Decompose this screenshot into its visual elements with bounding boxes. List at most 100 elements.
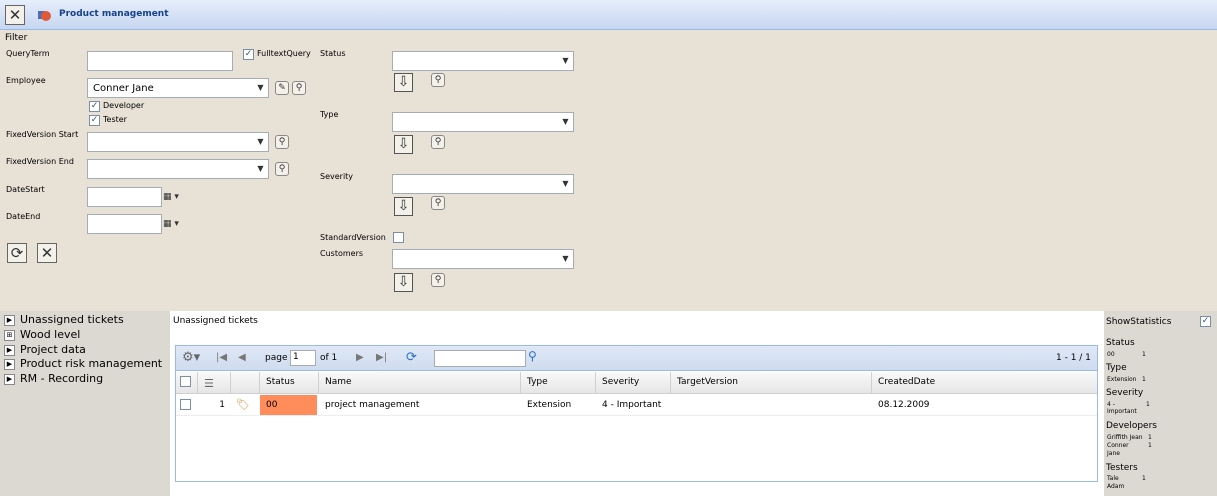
tree-item-product-risk-management[interactable]: ▶ Product risk management <box>4 357 162 370</box>
customers-add-button[interactable]: ⇩ <box>394 273 413 292</box>
close-icon[interactable]: ✕ <box>5 5 25 25</box>
search-icon[interactable]: ⚲ <box>431 135 445 149</box>
fixed-version-start-select[interactable]: ▼ <box>87 132 269 152</box>
expand-icon[interactable]: ▶ <box>4 373 15 385</box>
severity-select[interactable]: ▼ <box>392 174 574 194</box>
prev-page-icon[interactable]: ◀ <box>238 352 246 363</box>
calendar-icon[interactable]: ▦ ▾ <box>163 214 193 234</box>
search-icon[interactable]: ⚲ <box>292 81 306 95</box>
stats-severity-count: 1 <box>1146 401 1150 408</box>
clear-filter-button[interactable]: ✕ <box>37 243 57 263</box>
next-page-icon[interactable]: ▶ <box>356 352 364 363</box>
column-header-target-version[interactable]: TargetVersion <box>671 372 872 393</box>
tree-item-unassigned-tickets[interactable]: ▶ Unassigned tickets <box>4 313 124 326</box>
chevron-down-icon[interactable]: ▼ <box>252 133 268 151</box>
search-icon[interactable]: ⚲ <box>275 162 289 176</box>
developer-checkbox[interactable]: ✓ <box>89 101 100 112</box>
column-header-type[interactable]: Type <box>521 372 596 393</box>
stats-status-count: 1 <box>1142 351 1146 358</box>
tag-column <box>231 372 260 393</box>
search-icon[interactable]: ⚲ <box>431 73 445 87</box>
search-icon[interactable]: ⚲ <box>431 273 445 287</box>
last-page-icon[interactable]: ▶| <box>376 352 387 363</box>
employee-select[interactable]: Conner Jane ▼ <box>87 78 269 98</box>
type-select[interactable]: ▼ <box>392 112 574 132</box>
status-add-button[interactable]: ⇩ <box>394 73 413 92</box>
tree-item-wood-level[interactable]: ⊞ Wood level <box>4 328 80 341</box>
edit-icon[interactable]: ✎ <box>275 81 289 95</box>
grid-header: ☰ Status Name Type Severity TargetVersio… <box>176 372 1097 394</box>
query-term-input[interactable] <box>87 51 233 71</box>
stats-status-heading: Status <box>1106 338 1135 348</box>
stats-type-name: Extension <box>1107 376 1137 383</box>
customers-select[interactable]: ▼ <box>392 249 574 269</box>
type-label: Type <box>320 110 339 119</box>
tickets-grid: ⚙▾ |◀ ◀ page 1 of 1 ▶ ▶| ⟳ ⚲ 1 - 1 / 1 ☰… <box>175 345 1098 482</box>
chevron-down-icon[interactable]: ▼ <box>557 113 573 131</box>
date-end-input[interactable] <box>87 214 162 234</box>
window-title: Product management <box>59 9 169 19</box>
date-start-input[interactable] <box>87 187 162 207</box>
gear-icon[interactable]: ⚙▾ <box>182 350 200 365</box>
tag-icon[interactable]: 🏷 <box>234 395 258 415</box>
grid-search-input[interactable] <box>434 350 526 367</box>
standard-version-checkbox[interactable] <box>393 232 404 243</box>
table-row[interactable]: 1 🏷 00 project management Extension 4 - … <box>176 395 1097 416</box>
chevron-down-icon[interactable]: ▼ <box>557 52 573 70</box>
tester-checkbox[interactable]: ✓ <box>89 115 100 126</box>
search-icon[interactable]: ⚲ <box>275 135 289 149</box>
fixed-version-end-select[interactable]: ▼ <box>87 159 269 179</box>
chevron-down-icon[interactable]: ▼ <box>252 79 268 97</box>
navigation-tree: ▶ Unassigned tickets ⊞ Wood level ▶ Project… <box>0 311 170 496</box>
page-label: page <box>265 353 288 363</box>
stats-severity-name: 4 - Important <box>1107 401 1137 415</box>
page-input[interactable]: 1 <box>290 350 316 366</box>
row-target-version <box>671 395 872 415</box>
column-header-status[interactable]: Status <box>260 372 319 393</box>
grid-title: Unassigned tickets <box>173 316 258 326</box>
chevron-down-icon[interactable]: ▼ <box>557 250 573 268</box>
show-statistics-checkbox[interactable]: ✓ <box>1200 316 1211 327</box>
expand-icon[interactable]: ▶ <box>4 344 15 356</box>
stats-status-name: 00 <box>1107 351 1115 358</box>
chevron-down-icon[interactable]: ▼ <box>252 160 268 178</box>
calendar-icon[interactable]: ▦ ▾ <box>163 187 193 207</box>
first-page-icon[interactable]: |◀ <box>216 352 227 363</box>
select-all-checkbox[interactable] <box>180 376 191 387</box>
row-number: 1 <box>219 400 225 410</box>
refresh-icon[interactable]: ⟳ <box>406 350 417 365</box>
row-select-cell <box>176 395 198 415</box>
severity-label: Severity <box>320 172 354 181</box>
stats-tester1-name: Tale Adam <box>1107 475 1125 490</box>
tree-item-rm-recording[interactable]: ▶ RM - Recording <box>4 372 103 385</box>
row-name: project management <box>325 400 420 410</box>
column-header-created-date[interactable]: CreatedDate <box>872 372 1097 393</box>
stats-severity-heading: Severity <box>1106 388 1144 398</box>
refresh-button[interactable]: ⟳ <box>7 243 27 263</box>
search-icon[interactable]: ⚲ <box>431 196 445 210</box>
expand-icon[interactable]: ▶ <box>4 358 15 370</box>
employee-value: Conner Jane <box>93 83 154 94</box>
stats-testers-heading: Testers <box>1106 463 1138 473</box>
type-add-button[interactable]: ⇩ <box>394 135 413 154</box>
column-header-name[interactable]: Name <box>319 372 521 393</box>
chevron-down-icon[interactable]: ▼ <box>557 175 573 193</box>
severity-add-button[interactable]: ⇩ <box>394 197 413 216</box>
expand-icon[interactable]: ▶ <box>4 314 15 326</box>
tree-item-project-data[interactable]: ▶ Project data <box>4 343 86 356</box>
search-icon[interactable]: ⚲ <box>528 349 537 363</box>
column-header-severity[interactable]: Severity <box>596 372 671 393</box>
standard-version-label: StandardVersion <box>320 233 386 242</box>
query-term-label: QueryTerm <box>6 49 50 58</box>
stats-dev2-name: Conner Jane <box>1107 442 1129 457</box>
developer-label: Developer <box>103 101 145 110</box>
row-status: 00 <box>260 395 317 415</box>
row-severity: 4 - Important <box>602 400 662 410</box>
stats-dev1-name: Griffith Jean <box>1107 434 1143 441</box>
title-bar: ✕ Product management <box>0 0 1217 30</box>
date-start-label: DateStart <box>6 185 45 194</box>
date-end-label: DateEnd <box>6 212 41 221</box>
row-checkbox[interactable] <box>180 399 191 410</box>
status-select[interactable]: ▼ <box>392 51 574 71</box>
fulltext-query-checkbox[interactable]: ✓ <box>243 49 254 60</box>
